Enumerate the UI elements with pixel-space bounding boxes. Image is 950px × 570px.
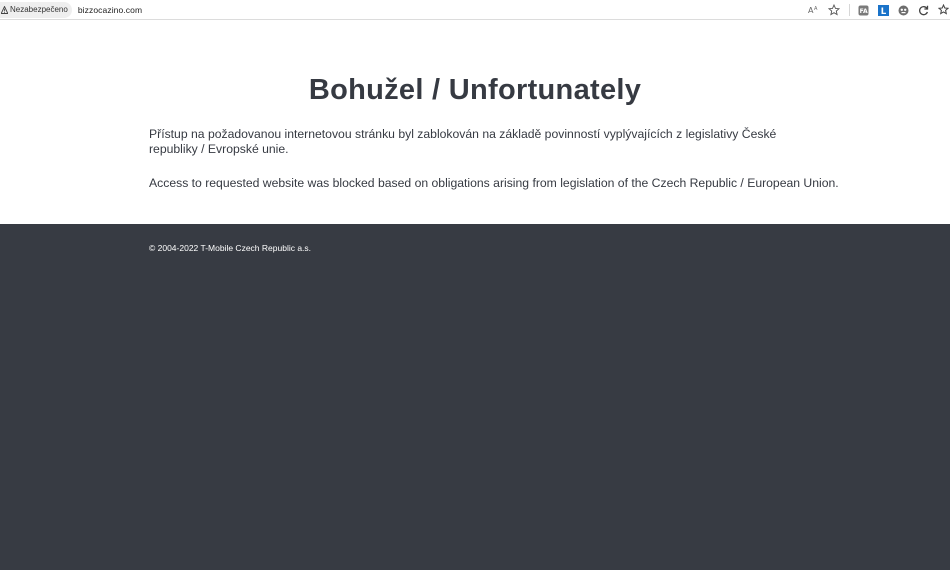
toolbar-icons: AA FA L [801,2,950,18]
extension-l-icon[interactable]: L [876,3,890,17]
security-indicator[interactable]: Nezabezpečeno [0,1,72,18]
svg-text:L: L [880,7,886,16]
copyright-text: © 2004-2022 T-Mobile Czech Republic a.s. [149,243,312,253]
favorite-star-icon[interactable] [827,3,841,17]
blocked-page-content: Bohužel / Unfortunately Přístup na požad… [0,20,950,224]
warning-icon [0,5,8,15]
svg-text:FA: FA [859,8,867,15]
favorites-icon[interactable] [936,3,950,17]
page-footer: © 2004-2022 T-Mobile Czech Republic a.s. [0,224,950,570]
extension-owl-icon[interactable] [896,3,910,17]
toolbar-divider [849,4,850,16]
page-title: Bohužel / Unfortunately [308,74,642,106]
security-label: Nezabezpečeno [10,5,68,14]
refresh-icon[interactable] [916,3,930,17]
block-message-english: Access to requested website was blocked … [149,176,839,190]
extension-icon[interactable]: FA [856,3,870,17]
url-text[interactable]: bizzocazino.com [78,5,142,15]
svg-text:A: A [814,6,818,12]
block-message-czech: Přístup na požadovanou internetovou strá… [149,127,777,156]
address-bar[interactable]: Nezabezpečeno bizzocazino.com AA FA L [0,0,950,20]
read-aloud-icon[interactable]: AA [807,3,821,17]
